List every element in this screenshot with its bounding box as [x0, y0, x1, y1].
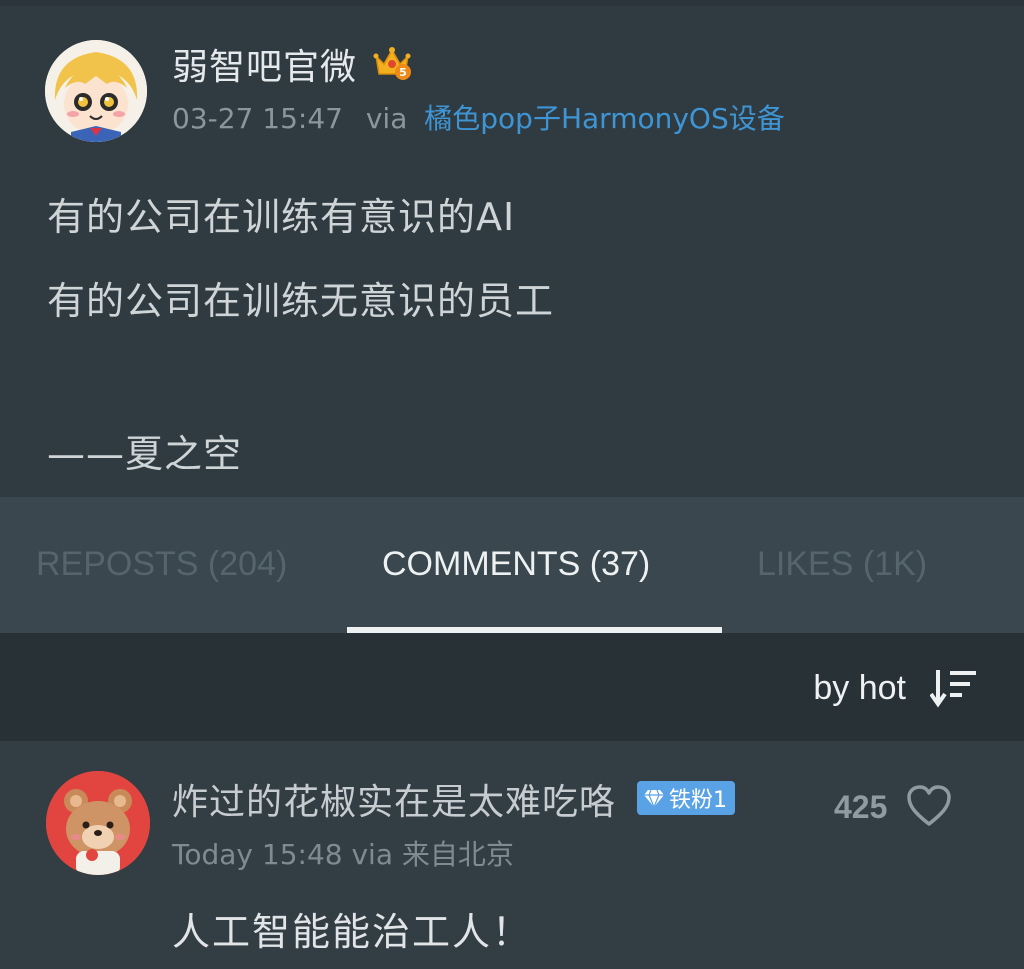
comment-via: via — [351, 838, 393, 871]
post-text-line: 有的公司在训练有意识的AI — [47, 195, 516, 239]
comment-item: 炸过的花椒实在是太难吃咯 铁粉1 425 Today 15:48 via 来自北… — [0, 741, 1024, 969]
sort-bar: by hot — [0, 633, 1024, 741]
sort-by-hot-button[interactable]: by hot — [813, 669, 906, 708]
post-card: 弱智吧官微 5 03-27 15:47 via 橘色pop子HarmonyOS设… — [0, 0, 1024, 497]
crown-vip-icon: 5 — [372, 42, 412, 82]
diamond-icon — [644, 789, 664, 809]
divider — [0, 0, 1024, 6]
post-device-link[interactable]: 橘色pop子HarmonyOS设备 — [424, 102, 784, 135]
post-via: via — [365, 102, 408, 135]
comment-meta: Today 15:48 via 来自北京 — [172, 833, 514, 873]
tab-reposts[interactable]: REPOSTS (204) — [36, 545, 287, 584]
commenter-name[interactable]: 炸过的花椒实在是太难吃咯 — [172, 773, 616, 825]
fan-level-badge: 铁粉1 — [637, 781, 735, 815]
sort-descending-icon[interactable] — [929, 668, 980, 708]
post-meta: 03-27 15:47 via 橘色pop子HarmonyOS设备 — [172, 97, 785, 137]
comment-location: 来自北京 — [401, 838, 514, 871]
author-avatar[interactable] — [45, 40, 147, 142]
author-name[interactable]: 弱智吧官微 — [172, 38, 357, 90]
fan-badge-label: 铁粉1 — [669, 788, 727, 813]
tab-comments[interactable]: COMMENTS (37) — [382, 545, 650, 584]
post-text-signature: ——夏之空 — [47, 432, 243, 476]
svg-text:5: 5 — [399, 66, 407, 79]
commenter-avatar[interactable] — [46, 771, 150, 875]
comment-like-count: 425 — [834, 789, 888, 825]
heart-like-icon[interactable] — [905, 783, 953, 829]
comment-text: 人工智能能治工人！ — [172, 910, 533, 954]
post-text-line: 有的公司在训练无意识的员工 — [47, 279, 555, 323]
comment-time: Today 15:48 — [172, 838, 343, 871]
post-time: 03-27 15:47 — [172, 102, 343, 135]
weibo-post-page: 弱智吧官微 5 03-27 15:47 via 橘色pop子HarmonyOS设… — [0, 0, 1024, 969]
post-tabs: REPOSTS (204) COMMENTS (37) LIKES (1K) — [0, 497, 1024, 633]
tab-likes[interactable]: LIKES (1K) — [757, 545, 927, 584]
